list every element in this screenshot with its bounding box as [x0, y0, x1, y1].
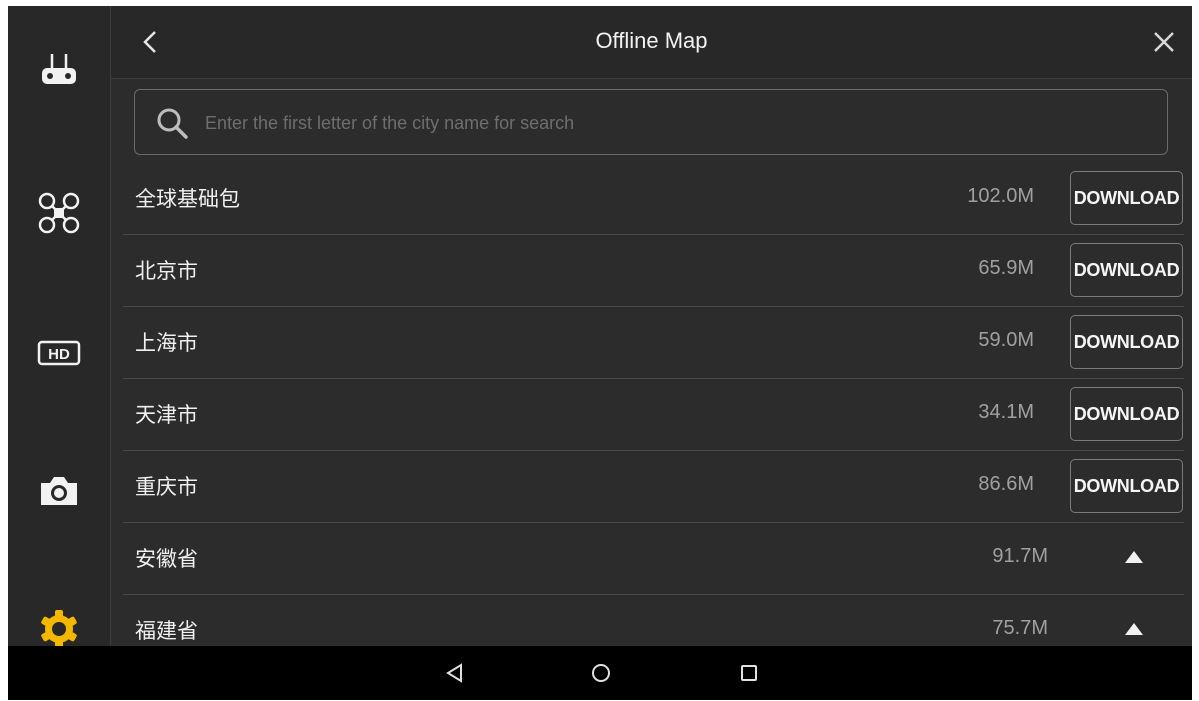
app-screen: HD Offline Map Enter the first letter of…: [8, 6, 1192, 700]
list-item: 重庆市 86.6M DOWNLOAD: [123, 451, 1184, 523]
list-item-province[interactable]: 安徽省 91.7M: [123, 523, 1184, 595]
download-button[interactable]: DOWNLOAD: [1070, 387, 1183, 441]
package-size: 75.7M: [992, 617, 1048, 639]
region-name: 安徽省: [135, 547, 198, 571]
package-size: 102.0M: [967, 185, 1034, 207]
package-size: 91.7M: [992, 545, 1048, 567]
search-icon: [155, 106, 191, 146]
remote-controller-icon[interactable]: [32, 44, 86, 98]
system-navigation-bar: [8, 646, 1192, 700]
search-box: [134, 89, 1168, 155]
drone-icon[interactable]: [32, 186, 86, 240]
expand-triangle-icon[interactable]: [1124, 621, 1144, 637]
home-circle-icon[interactable]: [586, 658, 616, 688]
list-item: 全球基础包 102.0M DOWNLOAD: [123, 163, 1184, 235]
package-size: 59.0M: [978, 329, 1034, 351]
download-button[interactable]: DOWNLOAD: [1070, 315, 1183, 369]
svg-text:HD: HD: [48, 346, 70, 363]
expand-triangle-icon[interactable]: [1124, 549, 1144, 565]
package-size: 65.9M: [978, 257, 1034, 279]
offline-map-list: 全球基础包 102.0M DOWNLOAD 北京市 65.9M DOWNLOAD…: [123, 163, 1184, 646]
hd-transmission-icon[interactable]: HD: [32, 326, 86, 380]
list-item-province[interactable]: 福建省 75.7M: [123, 595, 1184, 646]
region-name: 北京市: [135, 259, 198, 283]
list-item: 上海市 59.0M DOWNLOAD: [123, 307, 1184, 379]
download-button[interactable]: DOWNLOAD: [1070, 243, 1183, 297]
recents-square-icon[interactable]: [734, 658, 764, 688]
search-input[interactable]: [203, 98, 1147, 148]
list-item: 北京市 65.9M DOWNLOAD: [123, 235, 1184, 307]
close-icon[interactable]: [1146, 24, 1182, 60]
region-name: 重庆市: [135, 475, 198, 499]
region-name: 全球基础包: [135, 187, 240, 211]
package-size: 86.6M: [978, 473, 1034, 495]
list-item: 天津市 34.1M DOWNLOAD: [123, 379, 1184, 451]
region-name: 天津市: [135, 403, 198, 427]
sidebar: HD: [8, 6, 111, 648]
region-name: 上海市: [135, 331, 198, 355]
back-triangle-icon[interactable]: [440, 658, 470, 688]
region-name: 福建省: [135, 619, 198, 643]
download-button[interactable]: DOWNLOAD: [1070, 459, 1183, 513]
download-button[interactable]: DOWNLOAD: [1070, 171, 1183, 225]
camera-icon[interactable]: [32, 463, 86, 517]
header-bar: Offline Map: [111, 6, 1192, 79]
package-size: 34.1M: [978, 401, 1034, 423]
page-title: Offline Map: [595, 28, 708, 53]
